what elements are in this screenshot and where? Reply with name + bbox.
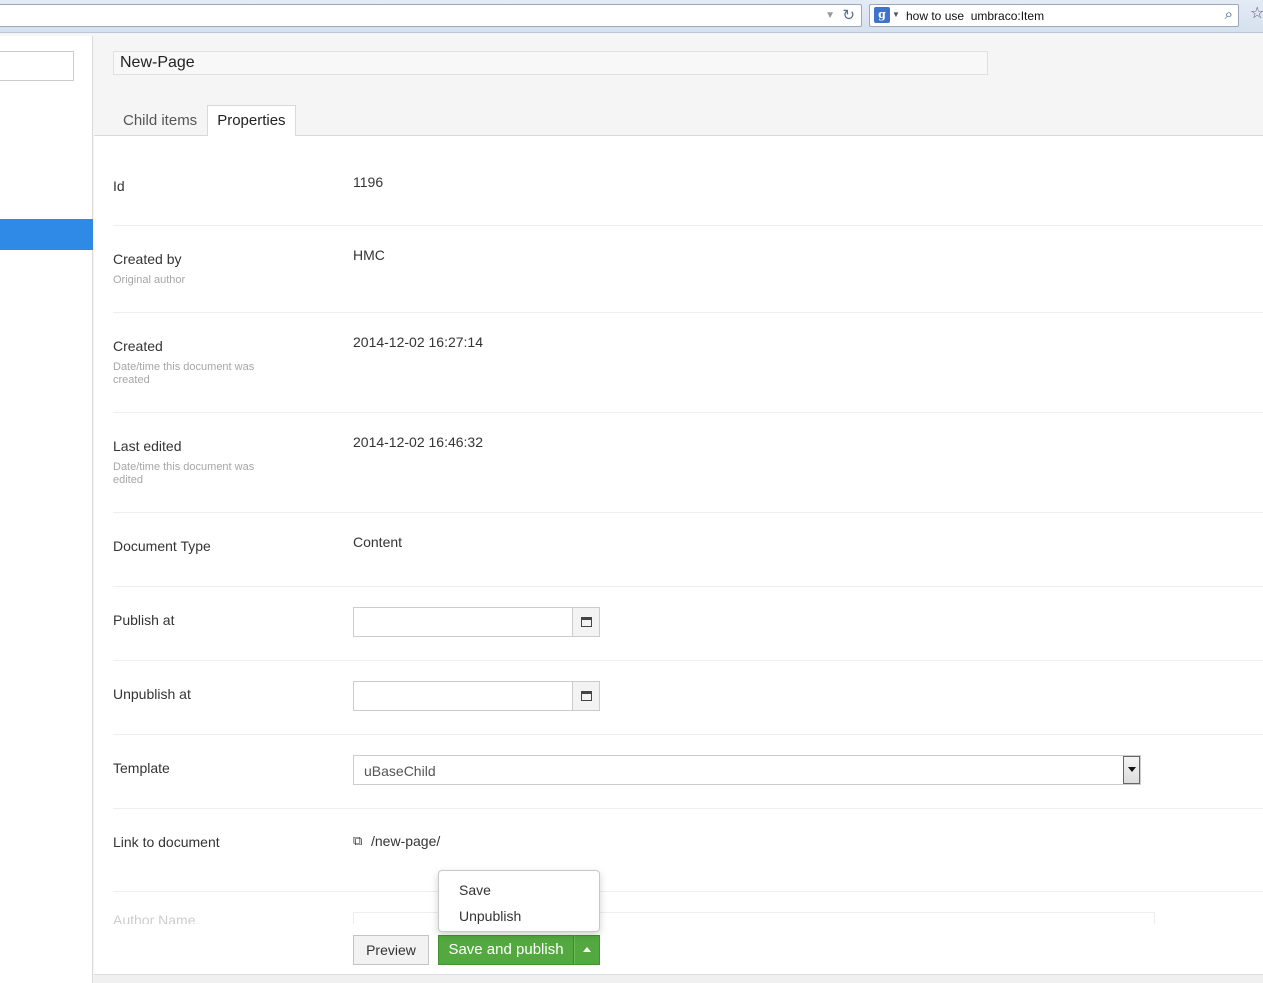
reload-icon[interactable]: ↻ (842, 6, 855, 25)
property-description: Original author (113, 274, 186, 286)
footer-edge (94, 974, 1263, 983)
property-label: Template (113, 760, 170, 776)
calendar-button[interactable] (572, 682, 599, 710)
document-name-input[interactable]: New-Page (113, 51, 988, 75)
property-row-link: Link to document ⧉ /new-page/ (113, 809, 1263, 892)
publish-button-group: Save and publish (438, 935, 600, 965)
browser-search-bar[interactable]: g ▼ how to use umbraco:Item ⌕ (869, 4, 1239, 27)
calendar-icon (581, 617, 592, 627)
preview-button[interactable]: Preview (353, 935, 429, 965)
menu-item-unpublish[interactable]: Unpublish (459, 907, 521, 925)
tree-search-input[interactable] (0, 51, 74, 81)
calendar-button[interactable] (572, 608, 599, 636)
property-row-created-by: Created by Original author HMC (113, 226, 1263, 313)
property-value: 2014-12-02 16:46:32 (353, 434, 483, 450)
external-link-icon: ⧉ (353, 833, 363, 848)
browser-toolbar: ▼ ↻ g ▼ how to use umbraco:Item ⌕ ☆ (0, 0, 1263, 33)
address-bar[interactable]: ▼ ↻ (0, 4, 862, 27)
dropdown-arrow-icon[interactable]: ▼ (825, 9, 835, 23)
properties-panel: Id 1196 Created by Original author HMC C… (94, 136, 1263, 974)
template-selected-value: uBaseChild (364, 763, 436, 779)
menu-item-save[interactable]: Save (459, 881, 491, 899)
document-link[interactable]: /new-page/ (371, 832, 440, 850)
unpublish-at-datepicker (353, 681, 600, 711)
tree-selected-item[interactable] (0, 219, 93, 250)
chevron-down-icon (1128, 767, 1136, 772)
property-label: Publish at (113, 612, 175, 628)
tab-child-items[interactable]: Child items (113, 105, 207, 136)
content-tree-panel (0, 36, 93, 983)
save-and-publish-button[interactable]: Save and publish (438, 935, 574, 965)
property-label: Document Type (113, 538, 211, 554)
editor-action-bar: Preview Save and publish (94, 924, 1263, 974)
publish-options-menu: Save Unpublish (438, 870, 600, 932)
property-label: Created (113, 338, 163, 354)
tab-properties[interactable]: Properties (207, 105, 296, 137)
select-arrow-button[interactable] (1123, 756, 1140, 784)
property-row-document-type: Document Type Content (113, 513, 1263, 587)
property-label: Created by (113, 251, 182, 267)
search-icon[interactable]: ⌕ (1225, 6, 1233, 24)
editor-tabs: Child items Properties (113, 105, 296, 137)
property-row-publish-at: Publish at (113, 587, 1263, 661)
google-icon[interactable]: g (874, 7, 890, 23)
property-value: 1196 (353, 174, 384, 190)
property-row-last-edited: Last edited Date/time this document was … (113, 413, 1263, 513)
chevron-down-icon[interactable]: ▼ (892, 7, 900, 23)
template-select[interactable]: uBaseChild (353, 755, 1141, 785)
publish-options-toggle[interactable] (574, 935, 600, 965)
calendar-icon (581, 691, 592, 701)
unpublish-at-input[interactable] (354, 682, 573, 710)
property-label: Id (113, 178, 125, 194)
property-value: HMC (353, 247, 385, 263)
property-row-unpublish-at: Unpublish at (113, 661, 1263, 735)
property-value: Content (353, 534, 403, 550)
property-row-created: Created Date/time this document was crea… (113, 313, 1263, 413)
property-value: 2014-12-02 16:27:14 (353, 334, 483, 350)
property-description: Date/time this document was created (113, 361, 255, 386)
bookmark-star-icon[interactable]: ☆ (1250, 4, 1263, 24)
property-label: Last edited (113, 438, 182, 454)
property-description: Date/time this document was edited (113, 461, 255, 486)
caret-up-icon (583, 947, 591, 952)
property-row-template: Template uBaseChild (113, 735, 1263, 809)
property-row-id: Id 1196 (113, 136, 1263, 226)
property-label: Link to document (113, 834, 220, 850)
editor-header: New-Page Child items Properties (94, 36, 1263, 137)
property-label: Unpublish at (113, 686, 191, 702)
search-query-text[interactable]: how to use umbraco:Item (906, 8, 1044, 24)
publish-at-input[interactable] (354, 608, 573, 636)
publish-at-datepicker (353, 607, 600, 637)
